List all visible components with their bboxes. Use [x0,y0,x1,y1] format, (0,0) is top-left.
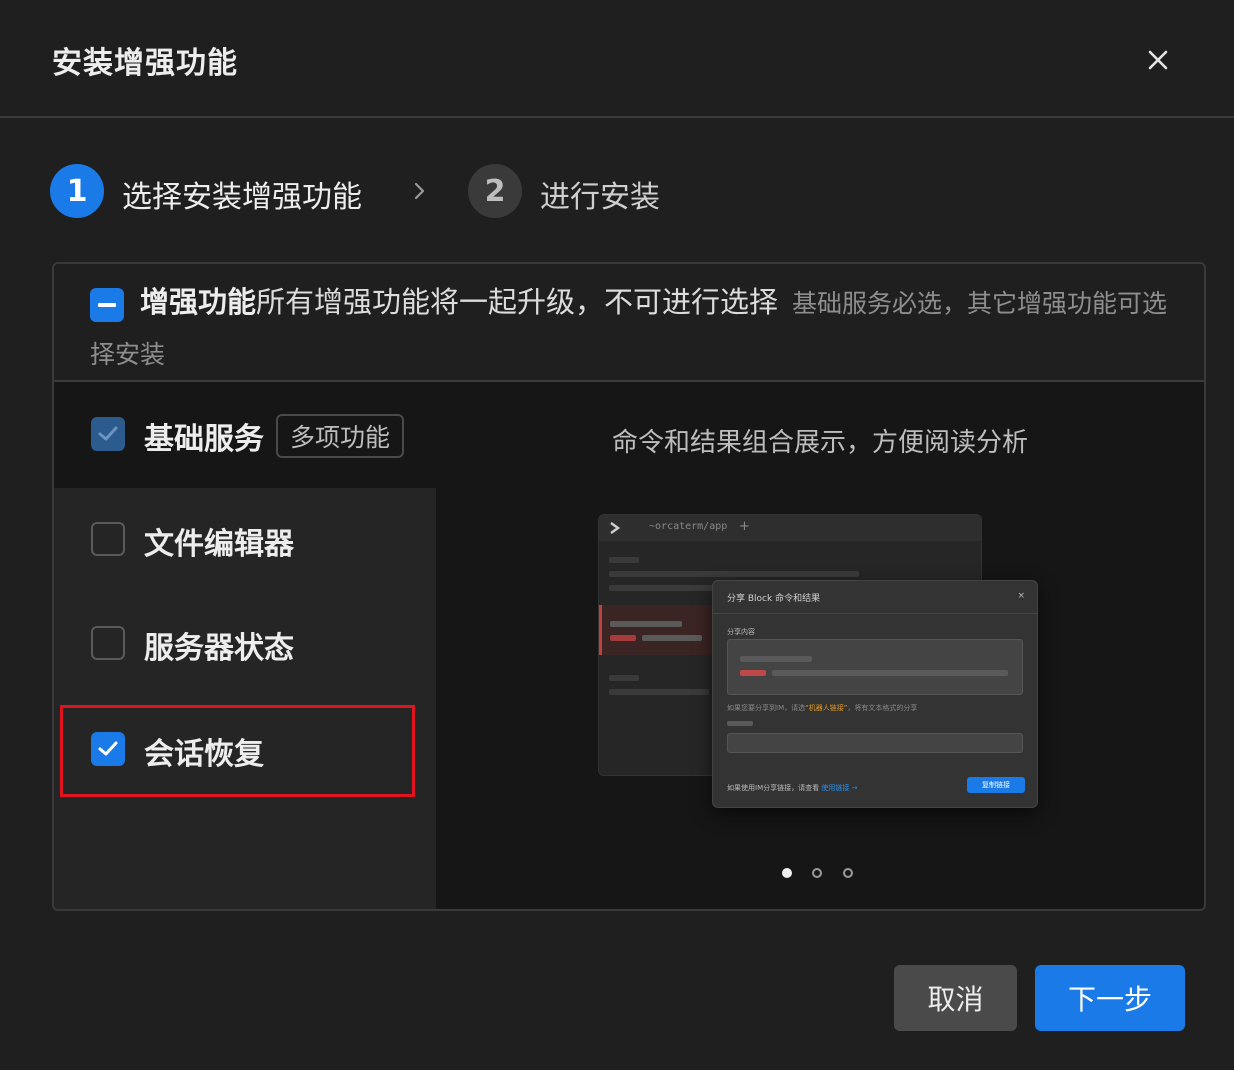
multi-feature-badge: 多项功能 [276,414,405,458]
step-2-label: 进行安装 [540,180,660,215]
annotation-highlight [60,705,415,797]
chevron-right-icon [410,178,430,204]
features-heading: 增强功能 [140,285,257,319]
step-2-indicator: 2 [468,164,522,218]
mock-plus-icon: + [739,519,750,534]
mock-tab-bar: ~orcaterm/app + [599,515,981,541]
mock-field [727,733,1023,753]
feature-preview: 命令和结果组合展示，方便阅读分析 ~orcaterm/app + 分享 Bloc… [436,382,1204,909]
select-all-checkbox[interactable] [90,287,124,322]
carousel-dot-1[interactable] [782,868,792,878]
mock-line [609,571,859,577]
mock-line [609,585,719,591]
cancel-button[interactable]: 取消 [894,965,1017,1031]
mock-footer: 如果使用IM分享链接，请查看 使用链接 → [727,784,858,792]
features-header: 增强功能所有增强功能将一起升级，不可进行选择 基础服务必选，其它增强功能可选择安装 [54,264,1204,382]
mock-copy-button: 复制链接 [967,777,1025,793]
mock-modal-title: 分享 Block 命令和结果 [727,594,821,604]
server-status-checkbox[interactable] [91,626,125,660]
basic-service-checkbox [91,417,125,451]
preview-caption: 命令和结果组合展示，方便阅读分析 [611,428,1028,458]
carousel-dot-2[interactable] [812,868,822,878]
mock-note: 如果您要分享到IM，请选“机器人链接”，将有文本格式的分享 [727,704,918,712]
file-editor-checkbox[interactable] [91,522,125,556]
close-icon[interactable] [1140,42,1176,78]
feature-item-server-status[interactable]: 服务器状态 [54,592,436,696]
next-button[interactable]: 下一步 [1035,965,1185,1031]
mock-line [609,689,709,695]
dialog-title: 安装增强功能 [52,46,238,81]
feature-label: 基础服务 [144,422,264,457]
feature-label: 服务器状态 [144,631,294,666]
mock-error-row [599,605,722,655]
carousel-dot-3[interactable] [843,868,853,878]
mock-tab-path: ~orcaterm/app [649,521,728,532]
mock-share-label: 分享内容 [727,628,755,636]
feature-item-basic-service[interactable]: 基础服务 多项功能 [54,382,436,488]
step-1-indicator: 1 [50,164,104,218]
prompt-icon [610,522,621,534]
dialog-header: 安装增强功能 [0,0,1234,118]
feature-label: 文件编辑器 [144,527,294,562]
mock-field-label [727,721,753,726]
preview-share-modal-mock: 分享 Block 命令和结果 × 分享内容 如果您要分享到IM，请选“机器人链接… [712,580,1038,808]
mock-share-content [727,639,1023,695]
mock-line [609,675,639,681]
step-1-label: 选择安装增强功能 [122,180,362,215]
features-panel: 增强功能所有增强功能将一起升级，不可进行选择 基础服务必选，其它增强功能可选择安装… [52,262,1206,911]
feature-item-file-editor[interactable]: 文件编辑器 [54,488,436,592]
feature-list: 基础服务 多项功能 文件编辑器 服务器状态 会话恢复 [54,382,436,909]
mock-close-icon: × [1017,591,1025,601]
mock-line [609,557,639,563]
features-note: 所有增强功能将一起升级，不可进行选择 [256,285,779,319]
